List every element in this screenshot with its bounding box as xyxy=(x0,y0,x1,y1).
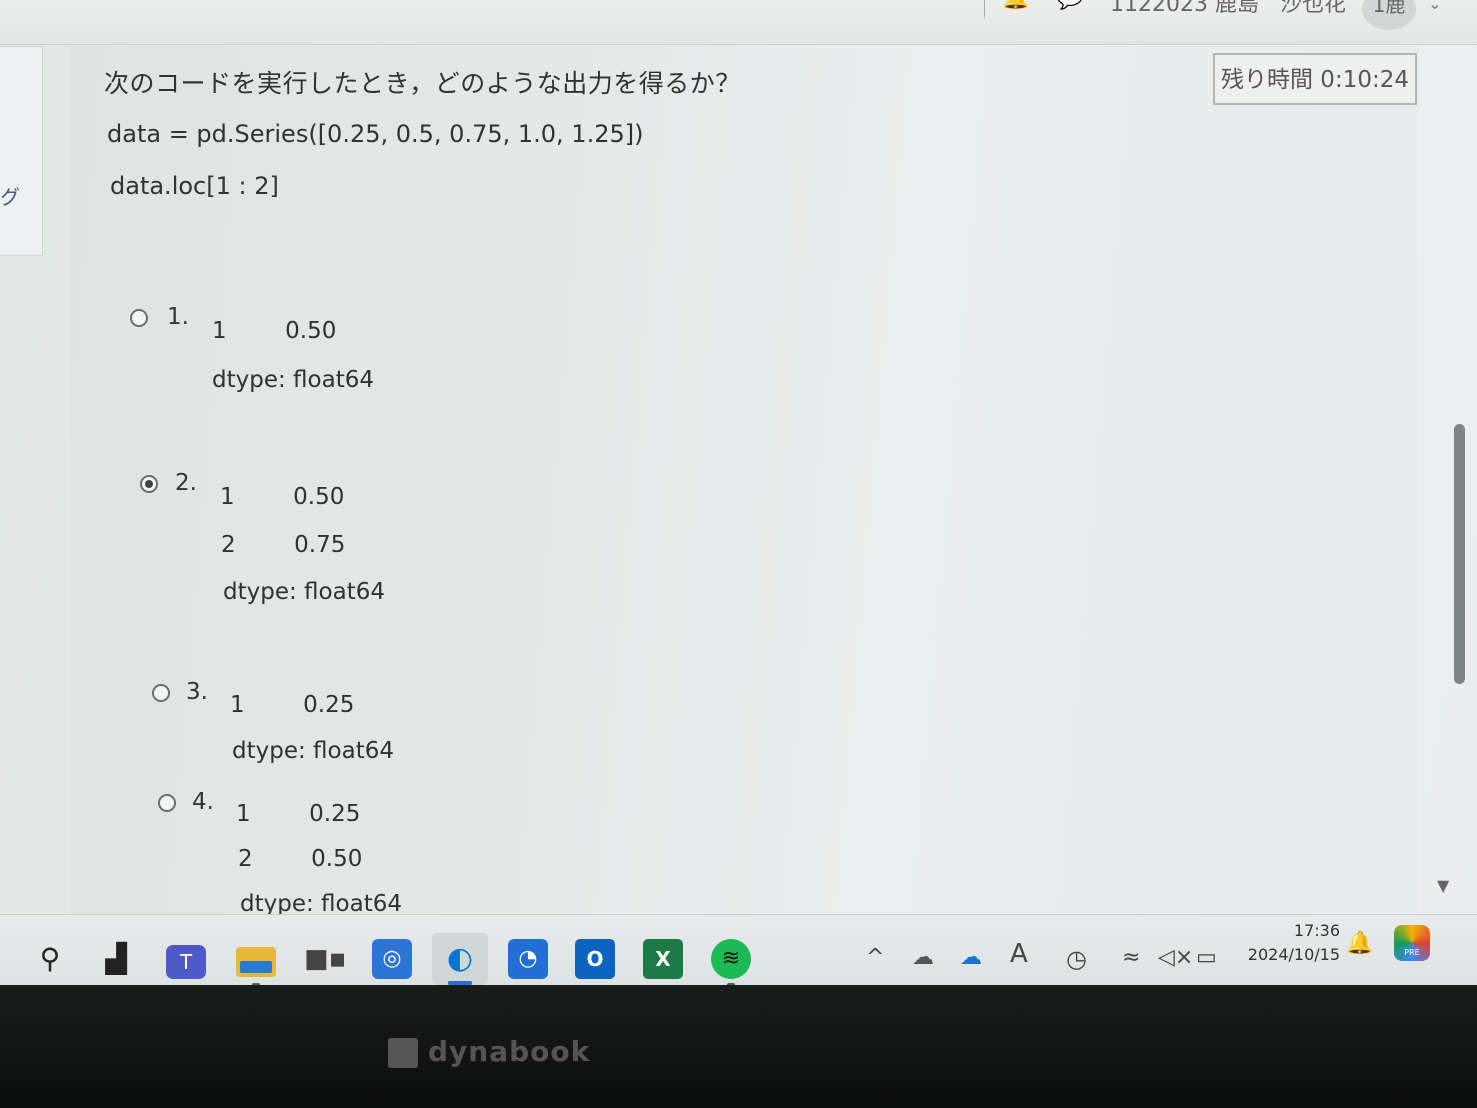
side-panel-label[interactable]: グ xyxy=(0,181,20,210)
onedrive-icon[interactable]: ☁ xyxy=(960,945,982,970)
question-text: 次のコードを実行したとき，どのような出力を得るか？ xyxy=(104,69,741,98)
chevron-down-icon[interactable]: ⌄ xyxy=(1428,0,1441,13)
scrollbar-thumb[interactable] xyxy=(1454,424,1465,684)
radio-option-3[interactable] xyxy=(152,684,170,702)
clock-app-icon[interactable]: ◷ xyxy=(1066,945,1087,973)
spotify-icon[interactable]: ≋ xyxy=(711,939,751,979)
brand-name: dynabook xyxy=(428,1035,591,1068)
brand-logo: dynabook xyxy=(388,1035,590,1068)
screen: 🔔 💬 1122023 鹿島 沙也花 1鹿 ⌄ グ 次のコードを実行したとき，ど… xyxy=(0,0,1477,985)
header-divider xyxy=(984,0,985,18)
edge-icon[interactable]: ◐ xyxy=(440,939,480,979)
top-header-bar: 🔔 💬 1122023 鹿島 沙也花 1鹿 ⌄ xyxy=(0,0,1477,45)
option-number: 1. xyxy=(167,304,189,330)
volume-muted-icon[interactable]: ◁× xyxy=(1158,945,1193,970)
option-line: 2 0.75 xyxy=(221,532,346,558)
excel-icon[interactable]: X xyxy=(643,939,683,979)
vpn-status-icon[interactable]: ☁ xyxy=(912,945,934,970)
option-number: 4. xyxy=(192,789,214,815)
laptop-bezel: dynabook xyxy=(0,985,1477,1108)
search-icon[interactable]: ⚲ xyxy=(30,939,70,979)
ime-mode-icon[interactable]: A xyxy=(1010,939,1028,969)
option-line: 1 0.50 xyxy=(212,318,337,344)
radio-option-1[interactable] xyxy=(130,309,148,327)
radio-option-2-selected[interactable] xyxy=(140,475,158,493)
option-line: dtype: float64 xyxy=(212,367,374,393)
copilot-icon[interactable]: PRE xyxy=(1394,925,1430,961)
task-view-icon[interactable]: ▟ xyxy=(96,939,136,979)
teams-icon[interactable]: T xyxy=(166,945,206,979)
app-icon-2[interactable]: ◔ xyxy=(508,939,548,979)
code-line-1: data = pd.Series([0.25, 0.5, 0.75, 1.0, … xyxy=(107,120,644,148)
app-icon[interactable]: ◎ xyxy=(372,939,412,979)
option-line: 1 0.25 xyxy=(230,692,355,718)
bell-icon[interactable]: 🔔 xyxy=(1002,0,1029,16)
avatar[interactable]: 1鹿 xyxy=(1362,0,1416,30)
outlook-icon[interactable]: O xyxy=(575,939,615,979)
radio-option-4[interactable] xyxy=(158,794,176,812)
scroll-down-arrow-icon[interactable]: ▼ xyxy=(1437,876,1449,895)
clock-time[interactable]: 17:36 xyxy=(1240,921,1340,940)
user-name: 沙也花 xyxy=(1280,0,1347,17)
option-line: 1 0.50 xyxy=(220,484,345,510)
option-line: 1 0.25 xyxy=(236,801,361,827)
vertical-scrollbar[interactable] xyxy=(1452,44,1468,924)
remaining-time: 残り時間 0:10:24 xyxy=(1213,53,1417,105)
question-card: 次のコードを実行したとき，どのような出力を得るか？ data = pd.Seri… xyxy=(70,46,1418,924)
option-line: dtype: float64 xyxy=(232,738,394,764)
taskbar: ⚲ ▟ T ■▪ ◎ ◐ ◔ O X ≋ ^ ☁ ☁ A ◷ ≈ ◁× ▭ 17… xyxy=(0,914,1477,985)
clock-date[interactable]: 2024/10/15 xyxy=(1240,945,1340,964)
option-line: 2 0.50 xyxy=(238,846,363,872)
notification-bell-icon[interactable]: 🔔 xyxy=(1346,931,1373,956)
option-number: 3. xyxy=(186,679,208,705)
course-name: 1122023 鹿島 xyxy=(1110,0,1259,17)
side-navigation-panel[interactable]: グ xyxy=(0,46,43,256)
chat-icon[interactable]: 💬 xyxy=(1056,0,1083,16)
code-line-2: data.loc[1 : 2] xyxy=(110,172,279,200)
brand-mark-icon xyxy=(388,1038,418,1068)
show-hidden-icons-chevron-icon[interactable]: ^ xyxy=(866,945,884,970)
battery-icon[interactable]: ▭ xyxy=(1196,945,1217,970)
option-line: dtype: float64 xyxy=(223,579,385,605)
file-explorer-icon[interactable] xyxy=(236,947,276,977)
wifi-icon[interactable]: ≈ xyxy=(1122,945,1140,970)
camera-app-icon[interactable]: ■▪ xyxy=(304,939,346,979)
option-number: 2. xyxy=(175,470,197,496)
